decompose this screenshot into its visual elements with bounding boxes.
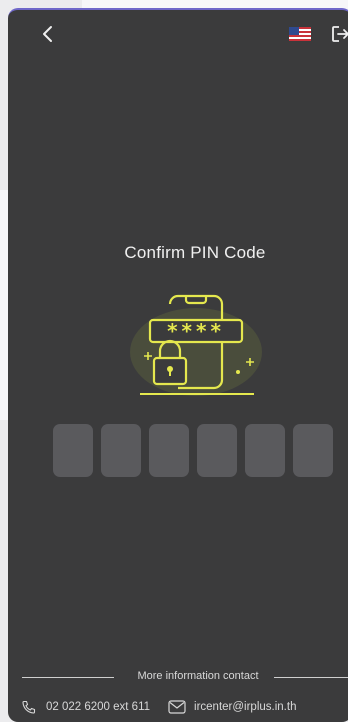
phone-icon xyxy=(22,700,36,714)
contact-phone[interactable]: 02 022 6200 ext 611 xyxy=(46,701,150,713)
pin-digit-box-2[interactable] xyxy=(101,424,141,477)
pin-digit-box-1[interactable] xyxy=(53,424,93,477)
footer-divider-label: More information contact xyxy=(137,670,259,682)
pin-digit-box-5[interactable] xyxy=(245,424,285,477)
pin-digit-box-4[interactable] xyxy=(197,424,237,477)
contact-row: 02 022 6200 ext 611 ircenter@irplus.in.t… xyxy=(22,700,296,714)
phone-lock-pin-illustration: **** xyxy=(130,294,262,396)
pin-input-row xyxy=(53,424,333,477)
pin-digit-box-6[interactable] xyxy=(293,424,333,477)
contact-email[interactable]: ircenter@irplus.in.th xyxy=(194,701,296,713)
us-flag-icon[interactable] xyxy=(289,27,311,41)
logout-icon[interactable] xyxy=(330,24,348,44)
pin-digit-box-3[interactable] xyxy=(149,424,189,477)
pin-stars-text: **** xyxy=(167,319,225,343)
footer-divider-left xyxy=(22,677,114,678)
app-screen: Confirm PIN Code **** More information c… xyxy=(8,8,348,722)
page-title: Confirm PIN Code xyxy=(124,243,266,262)
mail-icon xyxy=(168,700,186,714)
back-icon[interactable] xyxy=(36,22,60,46)
footer-divider-right xyxy=(274,677,348,678)
